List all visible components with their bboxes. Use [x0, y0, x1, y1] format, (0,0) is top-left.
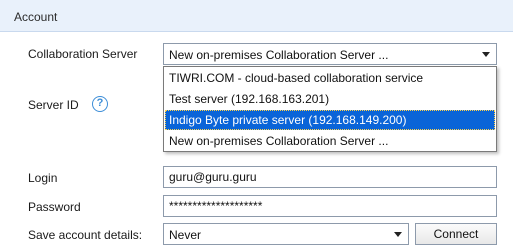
dropdown-option-test-server[interactable]: Test server (192.168.163.201) — [165, 89, 495, 109]
dropdown-option-tiwri[interactable]: TIWRI.COM - cloud-based collaboration se… — [165, 68, 495, 88]
dropdown-option-indigo-byte[interactable]: Indigo Byte private server (192.168.149.… — [165, 110, 495, 130]
save-account-details-value: Never — [169, 228, 202, 242]
login-input[interactable] — [163, 166, 497, 188]
password-label: Password — [28, 200, 81, 214]
connect-button[interactable]: Connect — [415, 223, 497, 245]
save-account-details-label: Save account details: — [28, 228, 143, 242]
chevron-down-icon[interactable] — [482, 52, 490, 57]
server-id-label: Server ID — [28, 98, 79, 112]
collaboration-server-label: Collaboration Server — [28, 47, 138, 61]
password-input[interactable] — [163, 195, 497, 217]
collaboration-server-dropdown-list: TIWRI.COM - cloud-based collaboration se… — [163, 66, 497, 152]
chevron-down-icon[interactable] — [394, 232, 402, 237]
help-icon[interactable]: ? — [92, 96, 108, 112]
section-title: Account — [14, 10, 58, 24]
login-label: Login — [28, 171, 58, 185]
collaboration-server-selected-value: New on-premises Collaboration Server ... — [169, 48, 389, 62]
collaboration-server-select[interactable]: New on-premises Collaboration Server ... — [163, 43, 497, 65]
account-section-header: Account — [0, 0, 513, 32]
save-account-details-select[interactable]: Never — [163, 223, 409, 245]
dropdown-option-new-on-premises[interactable]: New on-premises Collaboration Server ... — [165, 131, 495, 151]
